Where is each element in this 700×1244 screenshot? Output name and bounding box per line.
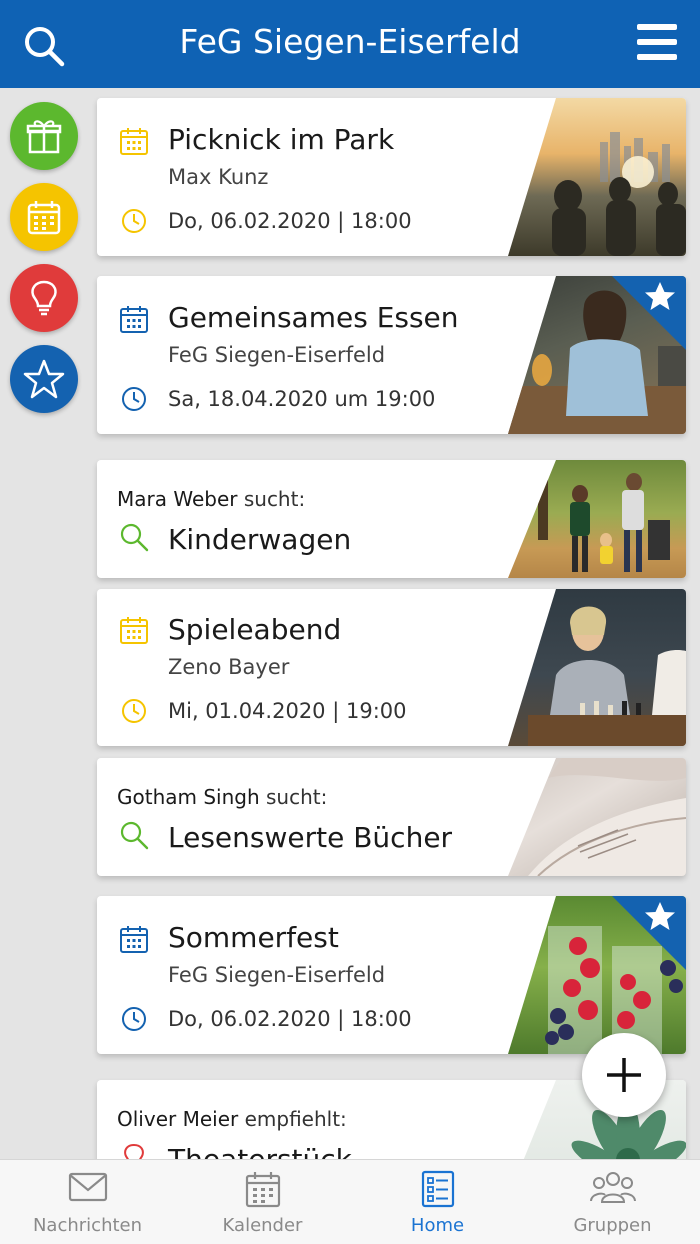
- calendar-icon: [245, 1172, 280, 1208]
- bottom-tab-bar: Nachrichten Kalender Home Gruppen: [0, 1159, 700, 1244]
- tab-kalender[interactable]: Kalender: [175, 1160, 350, 1244]
- calendar-icon: [120, 617, 148, 644]
- event-title: Spieleabend: [168, 613, 342, 646]
- search-item: Lesenswerte Bücher: [168, 821, 453, 854]
- event-image: [508, 98, 686, 256]
- person-name: Mara Weber: [117, 487, 238, 511]
- search-card-author: Gotham Singh sucht:: [117, 785, 327, 809]
- clock-icon: [122, 387, 146, 411]
- clock-icon: [122, 1007, 146, 1031]
- event-card[interactable]: Picknick im Park Max Kunz Do, 06.02.2020…: [97, 98, 686, 256]
- tab-label: Kalender: [222, 1215, 303, 1236]
- search-image: [508, 758, 686, 876]
- search-card[interactable]: Gotham Singh sucht: Lesenswerte Bücher: [97, 758, 686, 876]
- tab-home[interactable]: Home: [350, 1160, 525, 1244]
- calendar-icon: [120, 306, 148, 333]
- star-icon: [23, 359, 65, 399]
- person-name: Gotham Singh: [117, 785, 260, 809]
- person-name: Oliver Meier: [117, 1107, 239, 1131]
- filter-ideas-button[interactable]: [10, 264, 78, 332]
- filter-events-button[interactable]: [10, 183, 78, 251]
- event-card[interactable]: Spieleabend Zeno Bayer Mi, 01.04.2020 | …: [97, 589, 686, 746]
- event-image: [508, 589, 686, 746]
- event-title: Picknick im Park: [168, 123, 395, 156]
- event-organizer: FeG Siegen-Eiserfeld: [168, 963, 386, 987]
- group-icon: [589, 1172, 636, 1203]
- plus-icon: [607, 1058, 641, 1092]
- gift-icon: [26, 120, 62, 154]
- event-organizer: Max Kunz: [168, 165, 269, 189]
- featured-star-icon: [612, 276, 686, 350]
- filter-gifts-button[interactable]: [10, 102, 78, 170]
- list-icon: [421, 1170, 454, 1208]
- event-organizer: Zeno Bayer: [168, 655, 290, 679]
- tab-label: Nachrichten: [32, 1215, 143, 1236]
- envelope-icon: [68, 1172, 107, 1202]
- search-suffix: sucht:: [243, 487, 306, 511]
- event-date: Do, 06.02.2020 | 18:00: [168, 1007, 412, 1031]
- event-date: Sa, 18.04.2020 um 19:00: [168, 387, 436, 411]
- search-icon: [120, 523, 149, 552]
- event-card[interactable]: Sommerfest FeG Siegen-Eiserfeld Do, 06.0…: [97, 896, 686, 1054]
- clock-icon: [122, 699, 146, 723]
- search-icon: [120, 821, 149, 850]
- search-card[interactable]: Mara Weber sucht: Kinderwagen: [97, 460, 686, 578]
- tab-nachrichten[interactable]: Nachrichten: [0, 1160, 175, 1244]
- clock-icon: [122, 209, 146, 233]
- add-button[interactable]: [582, 1033, 666, 1117]
- tab-label: Home: [410, 1215, 465, 1236]
- calendar-icon: [120, 926, 148, 953]
- search-suffix: sucht:: [266, 785, 328, 809]
- calendar-icon: [120, 128, 148, 155]
- tab-gruppen[interactable]: Gruppen: [525, 1160, 700, 1244]
- event-organizer: FeG Siegen-Eiserfeld: [168, 343, 386, 367]
- search-item: Kinderwagen: [168, 523, 352, 556]
- calendar-icon: [27, 201, 61, 235]
- search-card-author: Mara Weber sucht:: [117, 487, 305, 511]
- lightbulb-icon: [31, 280, 57, 316]
- app-title: FeG Siegen-Eiserfeld: [179, 22, 521, 61]
- recommend-suffix: empfiehlt:: [244, 1107, 347, 1131]
- event-date: Do, 06.02.2020 | 18:00: [168, 209, 412, 233]
- event-title: Sommerfest: [168, 921, 339, 954]
- app-header: FeG Siegen-Eiserfeld: [0, 0, 700, 88]
- event-title: Gemeinsames Essen: [168, 301, 459, 334]
- recommend-card-author: Oliver Meier empfiehlt:: [117, 1107, 347, 1131]
- tab-label: Gruppen: [573, 1215, 652, 1236]
- event-date: Mi, 01.04.2020 | 19:00: [168, 699, 407, 723]
- search-image: [508, 460, 686, 578]
- hamburger-menu-icon[interactable]: [636, 22, 678, 62]
- featured-star-icon: [612, 896, 686, 970]
- event-card[interactable]: Gemeinsames Essen FeG Siegen-Eiserfeld S…: [97, 276, 686, 434]
- filter-favorites-button[interactable]: [10, 345, 78, 413]
